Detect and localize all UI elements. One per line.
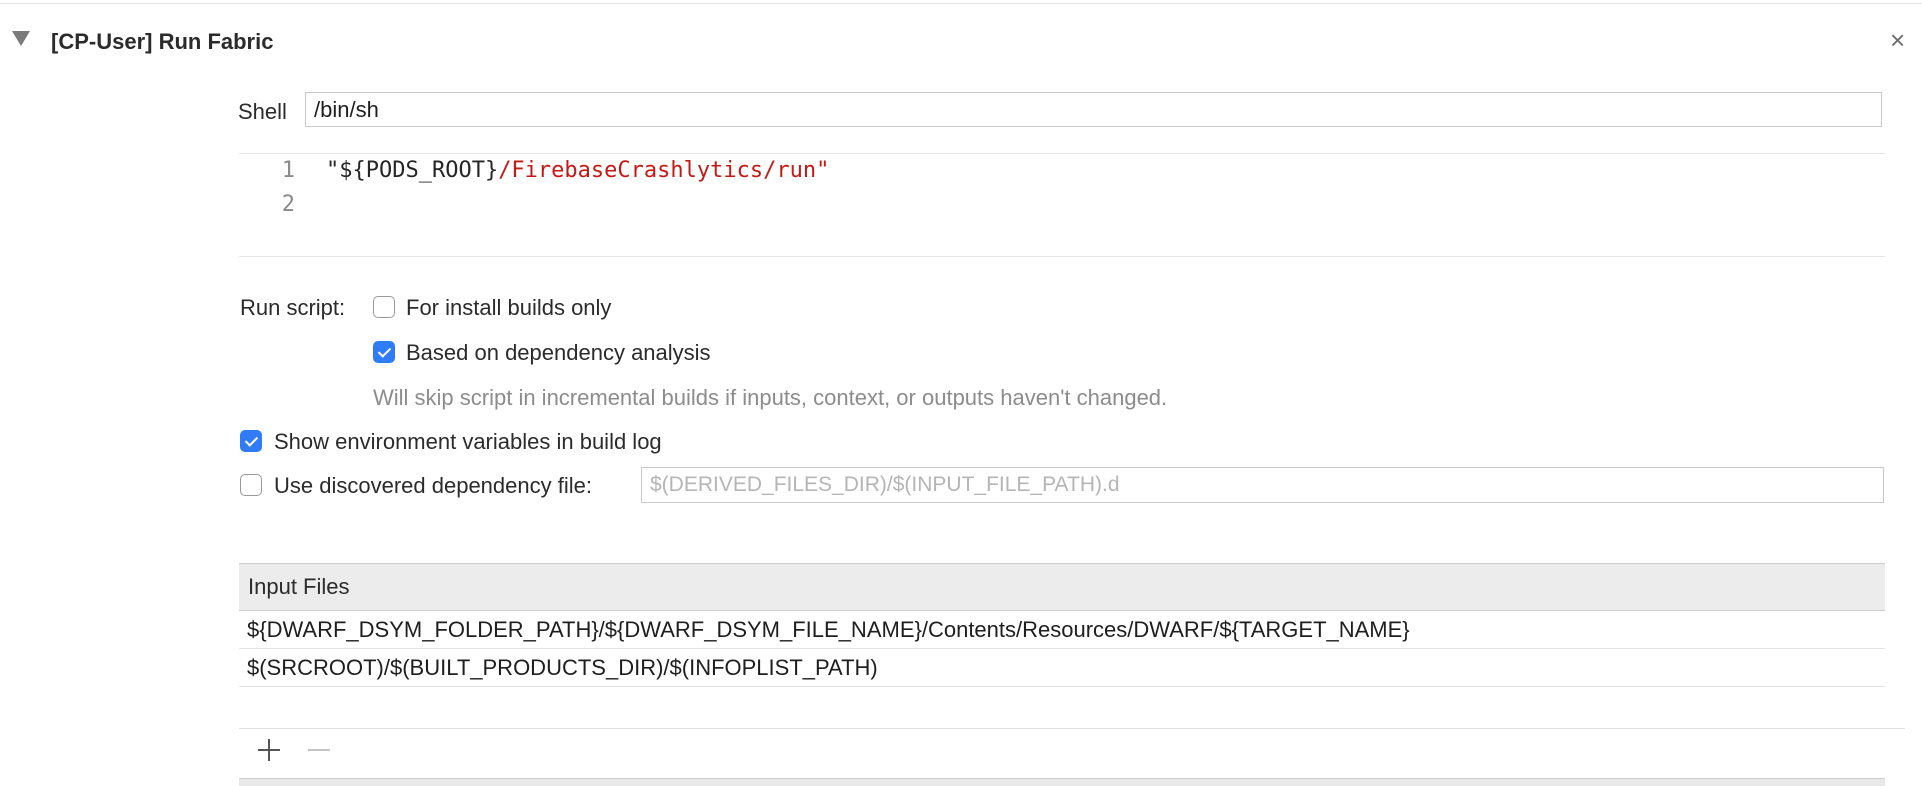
code-line[interactable]: 2 (239, 192, 1885, 226)
discovered-dependency-label[interactable]: Use discovered dependency file: (274, 473, 592, 499)
show-env-vars-checkbox[interactable] (240, 430, 262, 452)
input-files-table: Input Files ${DWARF_DSYM_FOLDER_PATH}/${… (239, 563, 1885, 687)
dependency-analysis-label[interactable]: Based on dependency analysis (406, 340, 711, 366)
table-footer-divider (239, 728, 1905, 729)
table-row[interactable]: ${DWARF_DSYM_FOLDER_PATH}/${DWARF_DSYM_F… (239, 611, 1885, 649)
dependency-analysis-hint: Will skip script in incremental builds i… (373, 385, 1168, 410)
next-section-header (239, 778, 1885, 786)
plus-icon[interactable] (254, 735, 284, 765)
input-files-header: Input Files (239, 563, 1885, 611)
install-builds-only-label[interactable]: For install builds only (406, 295, 611, 321)
build-phase-title: [CP-User] Run Fabric (51, 29, 274, 54)
code-text[interactable]: "${PODS_ROOT}/FirebaseCrashlytics/run" (326, 158, 829, 183)
code-line[interactable]: 1 "${PODS_ROOT}/FirebaseCrashlytics/run" (239, 158, 1885, 192)
code-variable-token: "${PODS_ROOT} (326, 158, 499, 183)
code-string-token: /FirebaseCrashlytics/run" (498, 158, 830, 183)
top-divider (0, 3, 1922, 4)
dependency-analysis-checkbox[interactable] (373, 341, 395, 363)
line-number: 2 (281, 192, 295, 217)
disclosure-triangle-icon[interactable] (12, 31, 30, 46)
minus-icon[interactable] (304, 735, 334, 765)
close-icon[interactable]: × (1890, 27, 1905, 53)
show-env-vars-label[interactable]: Show environment variables in build log (274, 429, 662, 455)
shell-input[interactable] (305, 92, 1882, 127)
script-editor[interactable]: 1 "${PODS_ROOT}/FirebaseCrashlytics/run"… (239, 153, 1885, 257)
run-script-label: Run script: (240, 295, 346, 320)
line-number: 1 (281, 158, 295, 183)
table-row[interactable]: $(SRCROOT)/$(BUILT_PRODUCTS_DIR)/$(INFOP… (239, 649, 1885, 687)
install-builds-only-checkbox[interactable] (373, 296, 395, 318)
dependency-file-input[interactable] (641, 467, 1884, 503)
discovered-dependency-checkbox[interactable] (240, 474, 262, 496)
shell-label: Shell (238, 99, 287, 124)
